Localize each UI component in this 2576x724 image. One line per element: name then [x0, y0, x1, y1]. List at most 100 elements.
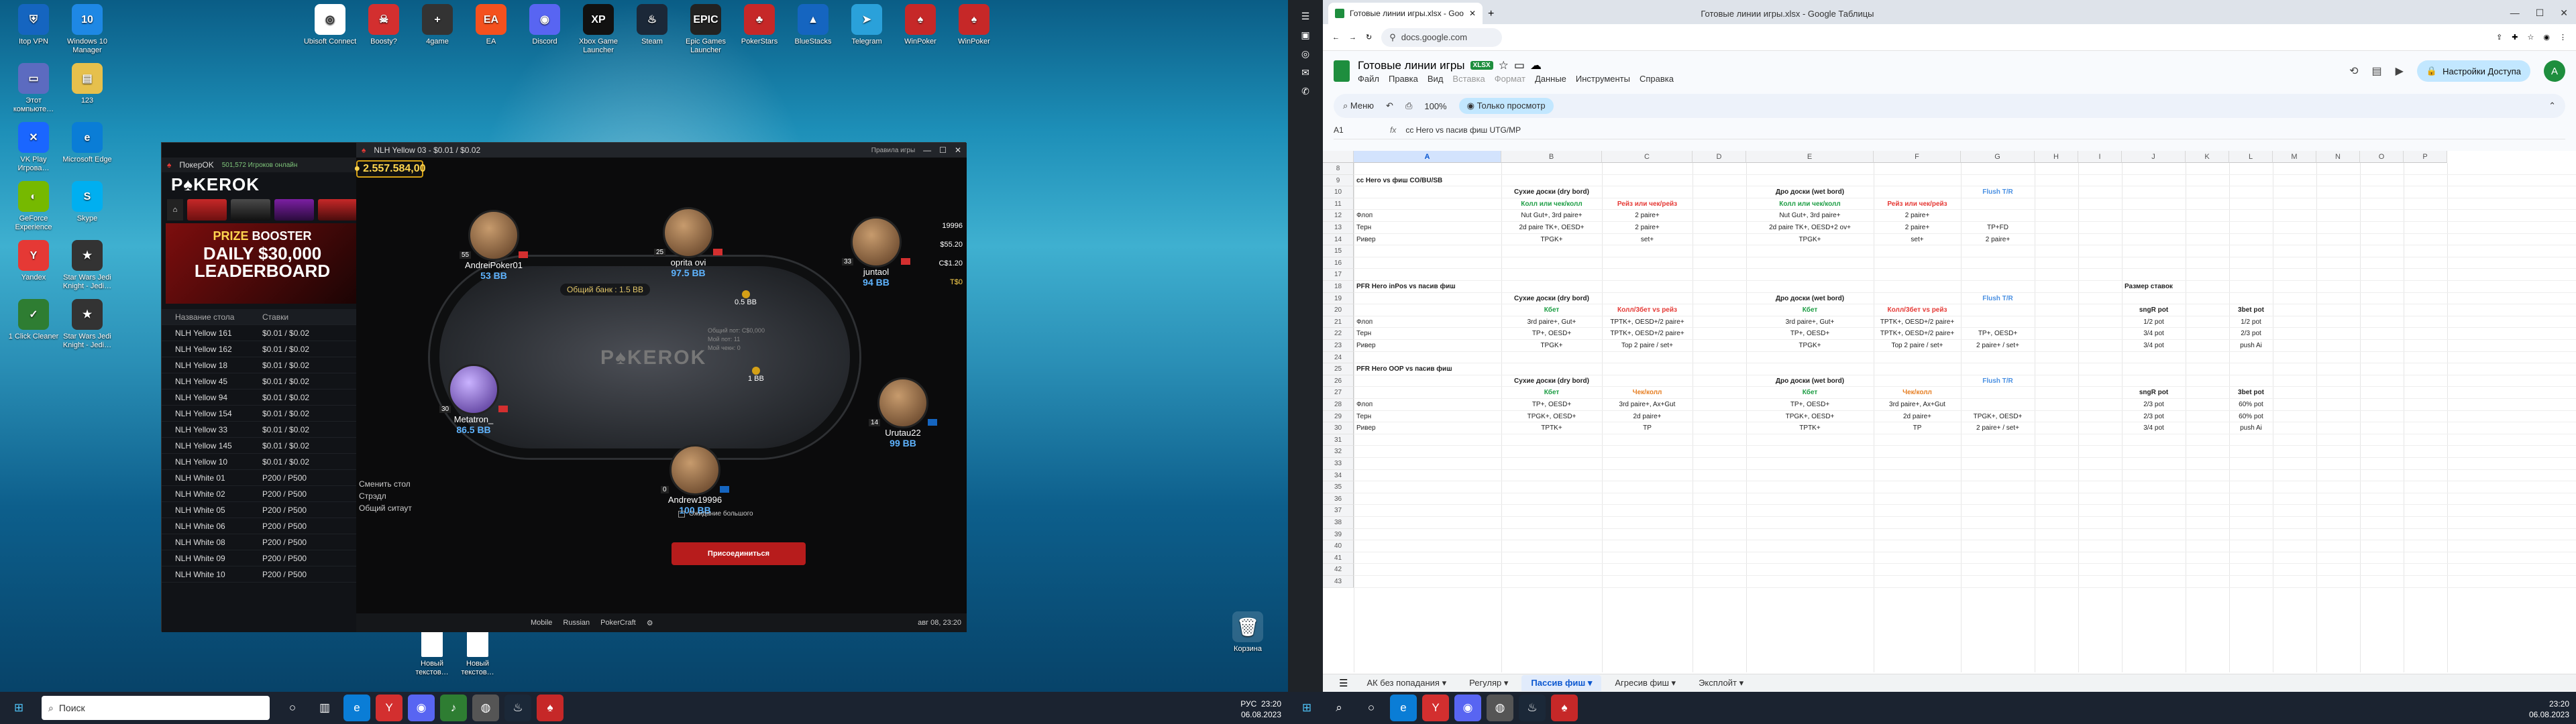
minimize-icon[interactable]: —: [2510, 7, 2520, 19]
corner-cell[interactable]: [1323, 151, 1354, 163]
banner-allin[interactable]: [187, 199, 227, 221]
row-header[interactable]: 14: [1323, 233, 1354, 246]
sheet-cell[interactable]: 2 paire+: [1575, 223, 1719, 233]
desktop-icon[interactable]: XP Xbox Game Launcher: [570, 4, 627, 55]
row-header[interactable]: 30: [1323, 422, 1354, 434]
column-header[interactable]: E: [1746, 151, 1874, 163]
lobby-table-row[interactable]: NLH White 08 P200 / P500: [162, 534, 363, 550]
desktop-icon[interactable]: ⛨ Itop VPN: [5, 4, 62, 46]
desktop-icon[interactable]: EPIC Epic Games Launcher: [678, 4, 734, 55]
row-header[interactable]: 23: [1323, 340, 1354, 352]
name-box[interactable]: A1: [1334, 125, 1381, 135]
row-header[interactable]: 39: [1323, 528, 1354, 541]
chrome-icon[interactable]: ◍: [472, 695, 499, 721]
menu-item[interactable]: Инструменты: [1576, 74, 1630, 84]
sheet-cell[interactable]: TP: [1575, 423, 1719, 433]
row-header[interactable]: 33: [1323, 458, 1354, 470]
sheet-cell[interactable]: Флоп: [1356, 400, 1373, 410]
join-button[interactable]: Присоединиться: [672, 542, 806, 565]
bookmark-icon[interactable]: ☆: [2528, 33, 2534, 42]
history-icon[interactable]: ⟲: [2349, 64, 2358, 78]
share-icon[interactable]: ⇪: [2496, 33, 2502, 42]
sheet-tab[interactable]: Пассив фиш ▾: [1521, 675, 1602, 691]
row-header[interactable]: 24: [1323, 351, 1354, 364]
sheet-cell[interactable]: Ривер: [1356, 341, 1376, 351]
view-only-button[interactable]: ◉ Только просмотр: [1458, 98, 1554, 114]
sheet-cell[interactable]: PFR Hero OOP vs пасив фиш: [1356, 364, 1452, 374]
spotify-icon[interactable]: ♪: [440, 695, 467, 721]
row-header[interactable]: 22: [1323, 328, 1354, 340]
sheet-cell[interactable]: Рейз или чек/рейз: [1575, 199, 1719, 209]
desktop-icon[interactable]: ◎ Ubisoft Connect: [302, 4, 358, 46]
desktop-icon[interactable]: ♨ Steam: [624, 4, 680, 46]
desktop-icon[interactable]: S Skype: [59, 181, 115, 223]
column-header[interactable]: A: [1354, 151, 1501, 163]
meet-icon[interactable]: ▶: [2396, 64, 2404, 78]
clock-time[interactable]: 23:20: [2529, 699, 2569, 709]
row-header[interactable]: 17: [1323, 269, 1354, 281]
column-header[interactable]: P: [2404, 151, 2447, 163]
widgets-icon[interactable]: ▥: [311, 695, 338, 721]
column-header[interactable]: M: [2273, 151, 2316, 163]
sheet-cell[interactable]: Флоп: [1356, 210, 1373, 221]
sheet-cell[interactable]: Flush T/R: [1934, 294, 2061, 304]
column-header[interactable]: G: [1961, 151, 2035, 163]
column-header[interactable]: D: [1693, 151, 1746, 163]
profile-icon[interactable]: ◉: [2543, 33, 2550, 42]
zoom-select[interactable]: 100%: [1424, 101, 1446, 111]
row-header[interactable]: 21: [1323, 316, 1354, 328]
menu-item[interactable]: Вид: [1428, 74, 1444, 84]
sheet-cell[interactable]: 2 paire+: [1934, 235, 2061, 245]
sheet-cell[interactable]: Ривер: [1356, 423, 1376, 433]
sheet-tab[interactable]: Агресив фиш ▾: [1605, 675, 1685, 691]
sheet-cell[interactable]: 3rd paire+, Ax+Gut: [1575, 400, 1719, 410]
row-header[interactable]: 16: [1323, 257, 1354, 269]
poker-task-icon[interactable]: ♠: [537, 695, 564, 721]
sheet-cell[interactable]: sngR pot: [2095, 387, 2212, 398]
row-header[interactable]: 36: [1323, 493, 1354, 505]
desktop-icon[interactable]: e Microsoft Edge: [59, 122, 115, 164]
desktop-icon[interactable]: EA EA: [463, 4, 519, 46]
avatar[interactable]: A: [2544, 60, 2565, 82]
column-header[interactable]: I: [2078, 151, 2122, 163]
column-header[interactable]: F: [1874, 151, 1961, 163]
desktop-icon[interactable]: ◐ GeForce Experience: [5, 181, 62, 232]
discord-icon[interactable]: ◉: [1454, 695, 1481, 721]
desktop-icon[interactable]: ✕ VK Play Игрова…: [5, 122, 62, 173]
column-header[interactable]: N: [2316, 151, 2360, 163]
settings-icon[interactable]: ⚙: [647, 619, 653, 627]
sheet-cell[interactable]: 2 paire+: [1575, 210, 1719, 221]
sheet-cell[interactable]: TP+, OESD+: [1934, 328, 2061, 339]
lobby-table-row[interactable]: NLH Yellow 145 $0.01 / $0.02: [162, 438, 363, 454]
sheet-cell[interactable]: 2 paire+ / set+: [1934, 341, 2061, 351]
desktop-icon[interactable]: ★ Star Wars Jedi Knight - Jedi…: [59, 240, 115, 291]
sheet-cell[interactable]: 3/4 pot: [2095, 341, 2212, 351]
steam-icon[interactable]: ♨: [504, 695, 531, 721]
sitout-option[interactable]: Общий ситаут: [359, 502, 412, 514]
poker-table-window[interactable]: ♠ NLH Yellow 03 - $0.01 / $0.02 Правила …: [354, 143, 967, 632]
row-header[interactable]: 11: [1323, 198, 1354, 210]
sheet-cell[interactable]: TPGK+, OESD+: [1934, 412, 2061, 422]
row-header[interactable]: 8: [1323, 163, 1354, 175]
desktop-icon[interactable]: ★ Star Wars Jedi Knight - Jedi…: [59, 299, 115, 350]
sheet-cell[interactable]: 2/3 pot: [2095, 400, 2212, 410]
desktop-icon[interactable]: ◉ Discord: [517, 4, 573, 46]
share-button[interactable]: 🔒 Настройки Доступа: [2416, 60, 2530, 82]
row-header[interactable]: 41: [1323, 552, 1354, 564]
lobby-table-row[interactable]: NLH Yellow 45 $0.01 / $0.02: [162, 373, 363, 389]
lobby-table-row[interactable]: NLH Yellow 161 $0.01 / $0.02: [162, 325, 363, 341]
column-header[interactable]: C: [1602, 151, 1693, 163]
sheet-cell[interactable]: 1/2 pot: [2202, 317, 2300, 327]
wait-bb-checkbox[interactable]: [678, 510, 685, 518]
row-header[interactable]: 28: [1323, 399, 1354, 411]
row-header[interactable]: 35: [1323, 481, 1354, 493]
discord-icon[interactable]: ◉: [408, 695, 435, 721]
row-header[interactable]: 43: [1323, 576, 1354, 588]
back-icon[interactable]: ←: [1332, 34, 1340, 42]
star-icon[interactable]: ☆: [1499, 59, 1509, 72]
desktop-icon[interactable]: 10 Windows 10 Manager: [59, 4, 115, 55]
undo-icon[interactable]: ↶: [1386, 101, 1393, 111]
lobby-table-row[interactable]: NLH White 06 P200 / P500: [162, 518, 363, 534]
all-sheets-icon[interactable]: ☰: [1339, 677, 1348, 689]
move-icon[interactable]: ▭: [1514, 59, 1525, 72]
